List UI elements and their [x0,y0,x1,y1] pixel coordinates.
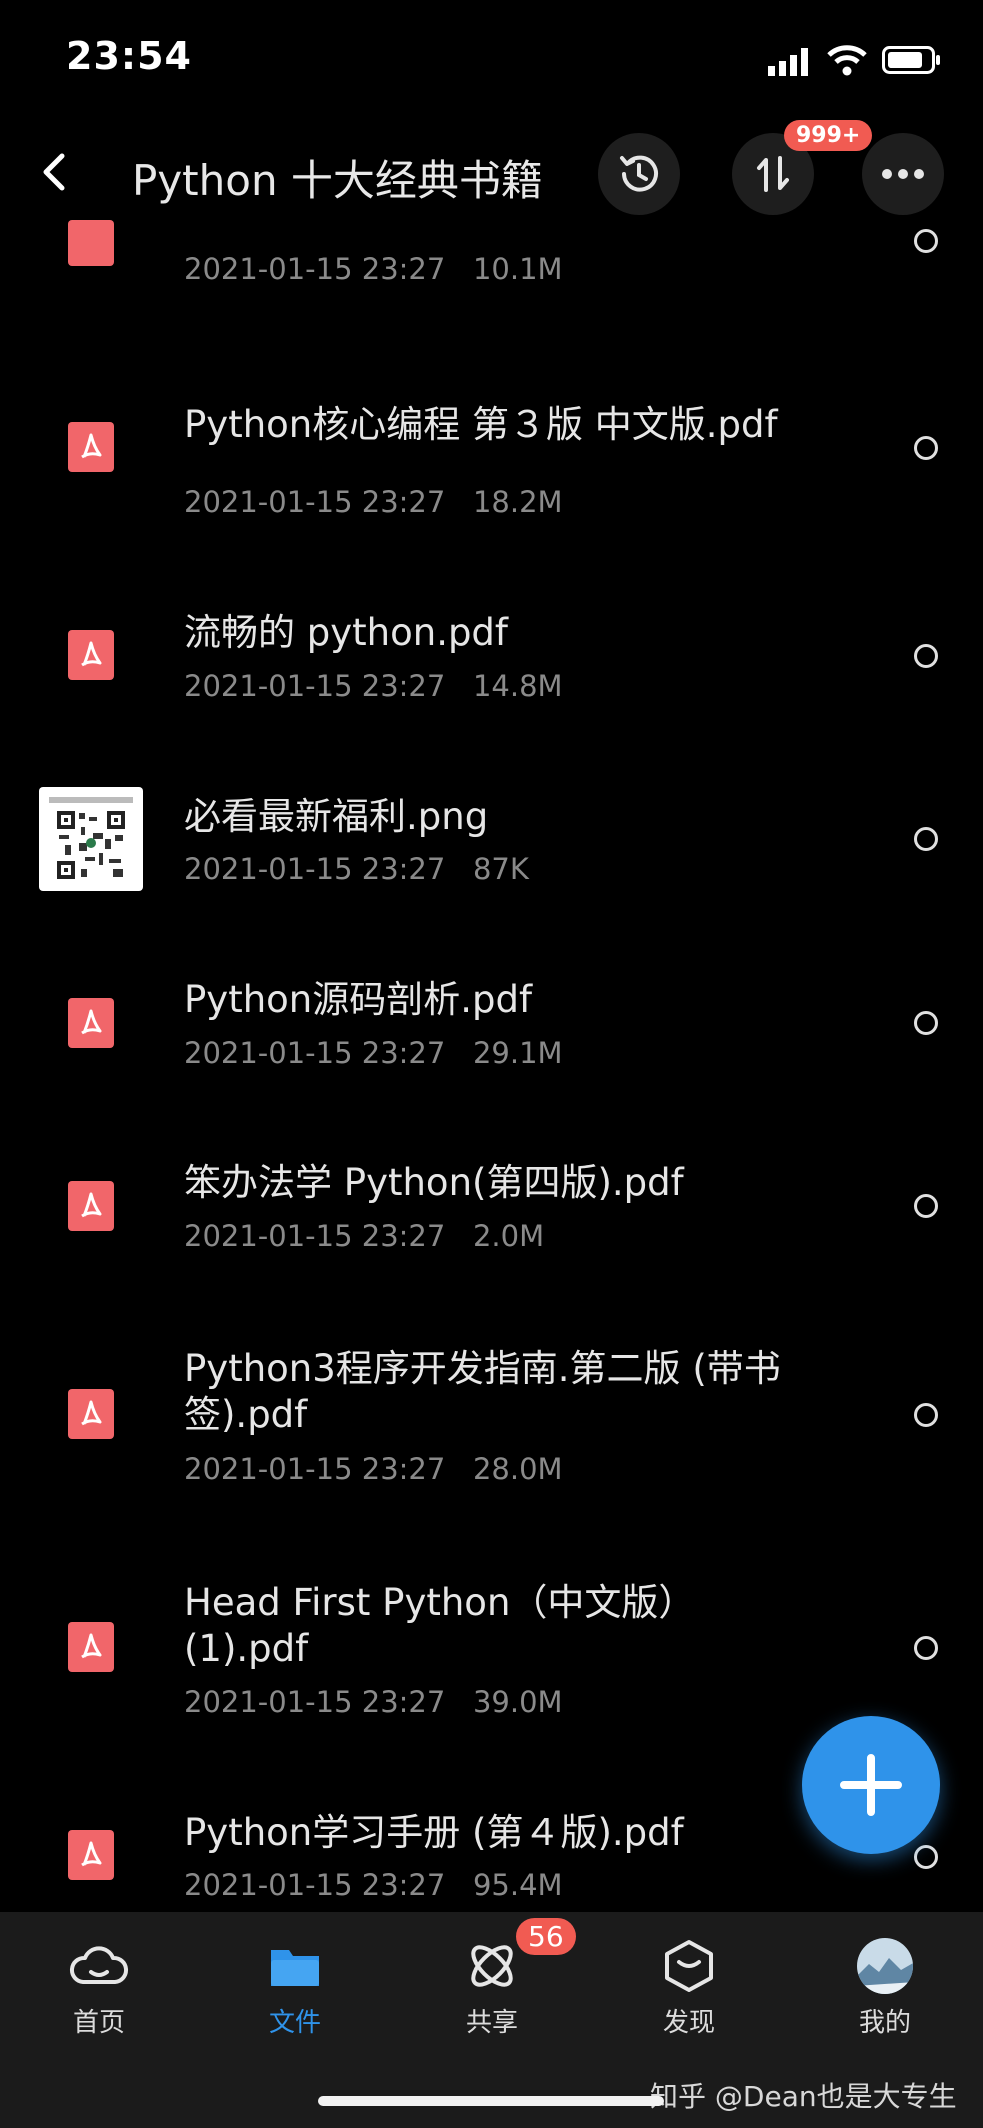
file-meta: 2021-01-15 23:27 39.0M [184,1685,563,1719]
wifi-icon [826,44,868,76]
pdf-file-icon [68,1389,114,1439]
nav-label: 首页 [72,2008,125,2038]
file-meta: 2021-01-15 23:27 2.0M [184,1219,545,1253]
transfer-badge: 999+ [784,120,873,151]
file-list: 2021-01-15 23:27 10.1M Python核心编程 第３版 中文… [0,220,983,1912]
select-radio[interactable] [914,827,938,851]
transfer-icon [757,156,789,192]
pdf-file-icon [68,1622,114,1672]
image-thumbnail [39,787,143,891]
plus-icon [840,1754,902,1816]
more-button[interactable] [862,133,944,215]
pdf-file-icon [68,422,114,472]
select-radio[interactable] [914,1011,938,1035]
folder-icon [271,1950,319,1986]
select-radio[interactable] [914,644,938,668]
history-icon [620,155,658,192]
file-name: 必看最新福利.png [184,795,489,838]
select-radio[interactable] [914,229,938,253]
nav-label: 文件 [268,2008,321,2038]
select-radio[interactable] [914,1403,938,1427]
pdf-file-icon [68,220,114,266]
add-button[interactable] [802,1716,940,1854]
back-button[interactable] [36,148,76,196]
home-indicator [318,2096,664,2106]
page-title: Python 十大经典书籍 [132,156,543,205]
discover-icon [665,1940,713,1992]
file-name: 笨办法学 Python(第四版).pdf [184,1161,684,1204]
signal-icon [768,48,812,76]
more-icon [882,169,924,179]
nav-label: 发现 [662,2008,715,2038]
pdf-file-icon [68,1181,114,1231]
file-meta: 2021-01-15 23:27 28.0M [184,1452,563,1486]
select-radio[interactable] [914,436,938,460]
file-meta: 2021-01-15 23:27 87K [184,852,529,886]
history-button[interactable] [598,133,680,215]
pdf-file-icon [68,1830,114,1880]
file-name: Python3程序开发指南.第二版 (带书签).pdf [184,1347,781,1436]
file-meta: 2021-01-15 23:27 95.4M [184,1868,563,1902]
share-badge: 56 [516,1918,576,1955]
file-meta: 2021-01-15 23:27 14.8M [184,669,563,703]
file-meta: 2021-01-15 23:27 10.1M [184,252,563,286]
nav-label: 共享 [465,2008,518,2038]
nav-label: 我的 [858,2008,911,2038]
avatar-icon [857,1938,913,1994]
file-meta: 2021-01-15 23:27 18.2M [184,485,563,519]
pdf-file-icon [68,998,114,1048]
watermark: 知乎 @Dean也是大专生 [650,2080,957,2113]
cloud-icon [70,1946,128,1984]
battery-icon [882,46,942,74]
pdf-file-icon [68,630,114,680]
file-name: Head First Python（中文版）(1).pdf [184,1581,696,1670]
status-time: 23:54 [66,34,192,78]
select-radio[interactable] [914,1636,938,1660]
file-name: Python核心编程 第３版 中文版.pdf [184,403,778,446]
select-radio[interactable] [914,1194,938,1218]
file-name: Python源码剖析.pdf [184,978,533,1021]
file-meta: 2021-01-15 23:27 29.1M [184,1036,563,1070]
chevron-left-icon [43,153,65,191]
qr-code-icon [49,797,133,879]
file-name: 流畅的 python.pdf [184,611,508,654]
file-name: Python学习手册 (第４版).pdf [184,1811,684,1854]
share-icon [471,1945,513,1987]
